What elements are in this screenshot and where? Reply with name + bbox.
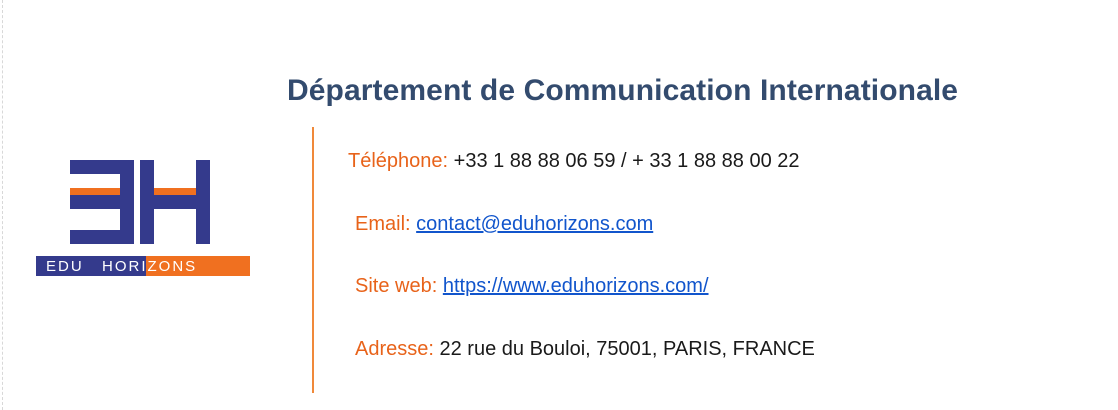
page-edge-divider [2,0,3,410]
svg-text:EDU: EDU [46,258,84,275]
vertical-divider [312,127,314,393]
phone-line: Téléphone: +33 1 88 88 06 59 / + 33 1 88… [348,150,800,173]
eduhorizons-logo-icon: EDU HORIZONS [36,160,250,276]
website-link[interactable]: https://www.eduhorizons.com/ [443,275,709,297]
website-line: Site web: https://www.eduhorizons.com/ [355,275,709,298]
website-label: Site web: [355,275,438,297]
email-line: Email: contact@eduhorizons.com [355,213,653,236]
eduhorizons-logo: EDU HORIZONS [36,152,250,280]
department-title: Département de Communication Internation… [287,74,959,107]
address-value: 22 rue du Bouloi, 75001, PARIS, FRANCE [439,338,815,360]
email-signature: Département de Communication Internation… [0,0,1118,410]
phone-label: Téléphone: [348,150,449,172]
phone-value: +33 1 88 88 06 59 / + 33 1 88 88 00 22 [453,150,800,172]
address-label: Adresse: [355,338,434,360]
email-label: Email: [355,213,411,235]
svg-text:HORIZONS: HORIZONS [102,258,197,275]
address-line: Adresse: 22 rue du Bouloi, 75001, PARIS,… [355,338,815,361]
email-link[interactable]: contact@eduhorizons.com [416,213,653,235]
